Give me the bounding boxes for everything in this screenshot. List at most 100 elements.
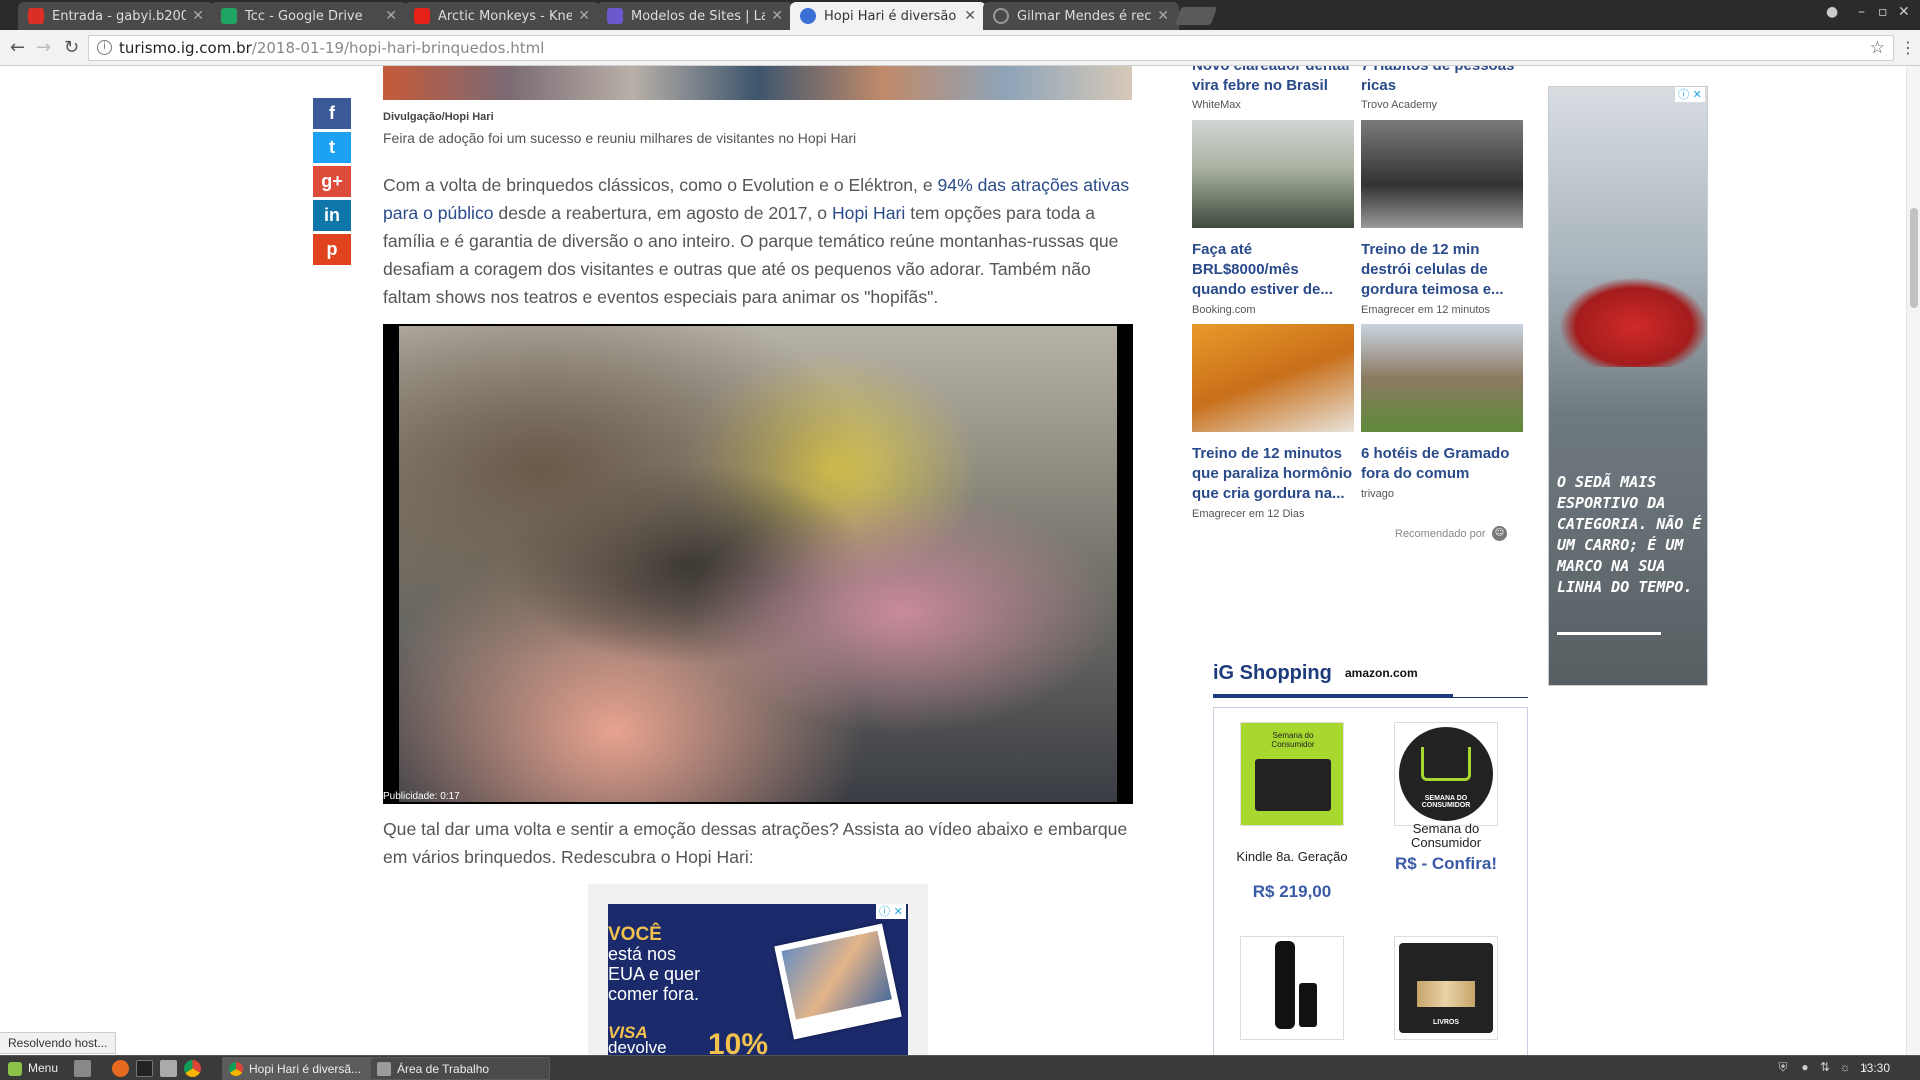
recommendation-title[interactable]: Treino de 12 minutos que paraliza hormôn… xyxy=(1192,444,1357,504)
profile-icon[interactable]: ● xyxy=(1826,4,1838,20)
tab-google-drive[interactable]: Tcc - Google Drive ✕ xyxy=(211,2,407,30)
kindle-image xyxy=(1255,759,1331,811)
shopping-title: iG Shopping xyxy=(1213,662,1332,684)
recommendation-title[interactable]: Novo clareador dental vira febre no Bras… xyxy=(1192,66,1357,96)
close-window-icon[interactable]: ✕ xyxy=(1898,4,1910,20)
recommendation-image[interactable] xyxy=(1192,120,1354,228)
googleplus-share-button[interactable]: g+ xyxy=(313,166,351,197)
recommendation-image[interactable] xyxy=(1192,324,1354,432)
menu-button[interactable]: Menu xyxy=(2,1058,64,1079)
page-content: f t g+ in p Divulgação/Hopi Hari Feira d… xyxy=(0,66,1906,1055)
taskbar-window-desktop[interactable]: Área de Trabalho xyxy=(370,1057,550,1080)
car-ad-banner[interactable]: O SEDÃ MAIS ESPORTIVO DA CATEGORIA. NÃO … xyxy=(1548,86,1708,686)
terminal-icon[interactable] xyxy=(136,1060,153,1077)
recommendation-title[interactable]: Faça até BRL$8000/mês quando estiver de.… xyxy=(1192,240,1357,300)
tab-hopi-hari[interactable]: Hopi Hari é diversão o a ✕ xyxy=(790,2,986,30)
googleplus-icon: g+ xyxy=(321,171,343,191)
video-player[interactable]: Publicidade: 0:17 xyxy=(383,324,1133,804)
outbrain-icon[interactable]: ☺ xyxy=(1492,526,1507,541)
recommendation-title[interactable]: Treino de 12 min destrói celulas de gord… xyxy=(1361,240,1526,300)
info-icon[interactable]: i xyxy=(97,40,112,55)
bookmark-star-icon[interactable]: ☆ xyxy=(1870,38,1885,58)
menu-dots-icon[interactable]: ⋮ xyxy=(1900,38,1916,57)
files-icon[interactable] xyxy=(160,1060,177,1077)
product-thumbnail[interactable]: SEMANA DO CONSUMIDOR xyxy=(1394,722,1498,826)
back-icon[interactable]: ← xyxy=(10,37,25,58)
ad-text: está nos xyxy=(608,944,677,964)
product-thumbnail[interactable]: Semana do Consumidor xyxy=(1240,722,1344,826)
page-scrollbar[interactable] xyxy=(1906,66,1920,1055)
clock[interactable]: 13:30 xyxy=(1860,1058,1890,1079)
product-thumbnail[interactable] xyxy=(1240,936,1344,1040)
amazon-logo: amazon.com xyxy=(1345,666,1418,680)
scrollbar-thumb[interactable] xyxy=(1910,208,1918,308)
site-icon xyxy=(607,8,623,24)
tab-gilmar[interactable]: Gilmar Mendes é receb ✕ xyxy=(983,2,1179,30)
close-icon[interactable]: ✕ xyxy=(192,8,204,24)
firefox-icon[interactable] xyxy=(112,1060,129,1077)
ig-icon xyxy=(800,8,816,24)
products-panel: Semana do Consumidor Kindle 8a. Geração … xyxy=(1213,707,1528,1055)
maximize-icon[interactable]: ▫ xyxy=(1878,4,1888,20)
brightness-icon[interactable]: ☼ xyxy=(1838,1060,1852,1074)
recommendation-image[interactable] xyxy=(1361,324,1523,432)
product-name[interactable]: Kindle 8a. Geração xyxy=(1222,850,1362,864)
facebook-share-button[interactable]: f xyxy=(313,98,351,129)
product-name[interactable]: Semana do Consumidor xyxy=(1376,822,1516,850)
recommendation-source: Emagrecer em 12 minutos xyxy=(1361,304,1490,316)
recommendation-image[interactable] xyxy=(1361,120,1523,228)
close-icon[interactable]: ✕ xyxy=(771,8,783,24)
product-price[interactable]: R$ - Confira! xyxy=(1376,854,1516,874)
forward-icon[interactable]: → xyxy=(36,37,51,58)
product-thumbnail[interactable]: LIVROS xyxy=(1394,936,1498,1040)
reload-icon[interactable]: ↻ xyxy=(64,37,79,58)
linkedin-share-button[interactable]: in xyxy=(313,200,351,231)
folder-icon xyxy=(377,1062,391,1076)
close-icon[interactable]: ✕ xyxy=(1157,8,1169,24)
close-icon[interactable]: ✕ xyxy=(964,8,976,24)
close-icon[interactable]: ✕ xyxy=(385,8,397,24)
address-bar[interactable]: i turismo.ig.com.br/2018-01-19/hopi-hari… xyxy=(88,35,1894,61)
video-frame xyxy=(399,326,1117,802)
browser-toolbar: ← → ↻ i turismo.ig.com.br/2018-01-19/hop… xyxy=(0,30,1920,66)
article-photo xyxy=(383,66,1132,100)
url-host: turismo.ig.com.br xyxy=(119,39,252,57)
video-ad-timer: Publicidade: 0:17 xyxy=(383,791,460,802)
visa-ad-banner[interactable]: VOCÊ está nos EUA e quer comer fora. VIS… xyxy=(608,904,908,1055)
chrome-icon[interactable] xyxy=(184,1060,201,1077)
close-icon[interactable]: ✕ xyxy=(578,8,590,24)
book-pages xyxy=(1417,981,1475,1007)
show-desktop-icon[interactable] xyxy=(74,1060,91,1077)
minimize-icon[interactable]: – xyxy=(1858,4,1865,20)
tab-gmail[interactable]: Entrada - gabyi.b2001@ ✕ xyxy=(18,2,214,30)
recommended-by-label[interactable]: Recomendado por xyxy=(1395,528,1486,540)
tab-label: Entrada - gabyi.b2001@ xyxy=(52,8,187,24)
ad-photo xyxy=(774,923,902,1040)
recommendation-title[interactable]: 6 hotéis de Gramado fora do comum xyxy=(1361,444,1526,484)
shield-icon[interactable]: ⛨ xyxy=(1776,1060,1790,1074)
tab-label: Tcc - Google Drive xyxy=(245,8,363,24)
tab-youtube[interactable]: Arctic Monkeys - Kne ✕ xyxy=(404,2,600,30)
loading-icon xyxy=(993,8,1009,24)
network-icon[interactable]: ⇅ xyxy=(1818,1060,1832,1074)
pinterest-share-button[interactable]: p xyxy=(313,234,351,265)
recommendation-title[interactable]: 7 Hábitos de pessoas ricas xyxy=(1361,66,1526,96)
facebook-icon: f xyxy=(329,103,335,123)
recommendation-source: Booking.com xyxy=(1192,304,1256,316)
status-bubble: Resolvendo host... xyxy=(0,1032,117,1054)
new-tab-button[interactable] xyxy=(1174,7,1218,25)
remote-image xyxy=(1275,941,1295,1029)
product-price[interactable]: R$ 219,00 xyxy=(1222,882,1362,902)
recommendation-source: trivago xyxy=(1361,488,1395,500)
hopi-hari-link[interactable]: Hopi Hari xyxy=(832,203,905,223)
inline-ad[interactable]: VOCÊ está nos EUA e quer comer fora. VIS… xyxy=(588,884,928,1055)
tab-modelos[interactable]: Modelos de Sites | Laye ✕ xyxy=(597,2,793,30)
adchoices-icon[interactable]: ⓘ ✕ xyxy=(1675,87,1705,102)
thumb-label: SEMANA DO CONSUMIDOR xyxy=(1421,795,1471,809)
twitter-share-button[interactable]: t xyxy=(313,132,351,163)
linkedin-icon: in xyxy=(324,205,340,225)
user-icon[interactable]: ● xyxy=(1798,1060,1812,1074)
mint-logo-icon xyxy=(8,1061,22,1076)
ig-shopping-widget: iG Shopping amazon.com Semana do Consumi… xyxy=(1213,662,1528,1055)
adchoices-icon[interactable]: ⓘ ✕ xyxy=(876,904,906,919)
